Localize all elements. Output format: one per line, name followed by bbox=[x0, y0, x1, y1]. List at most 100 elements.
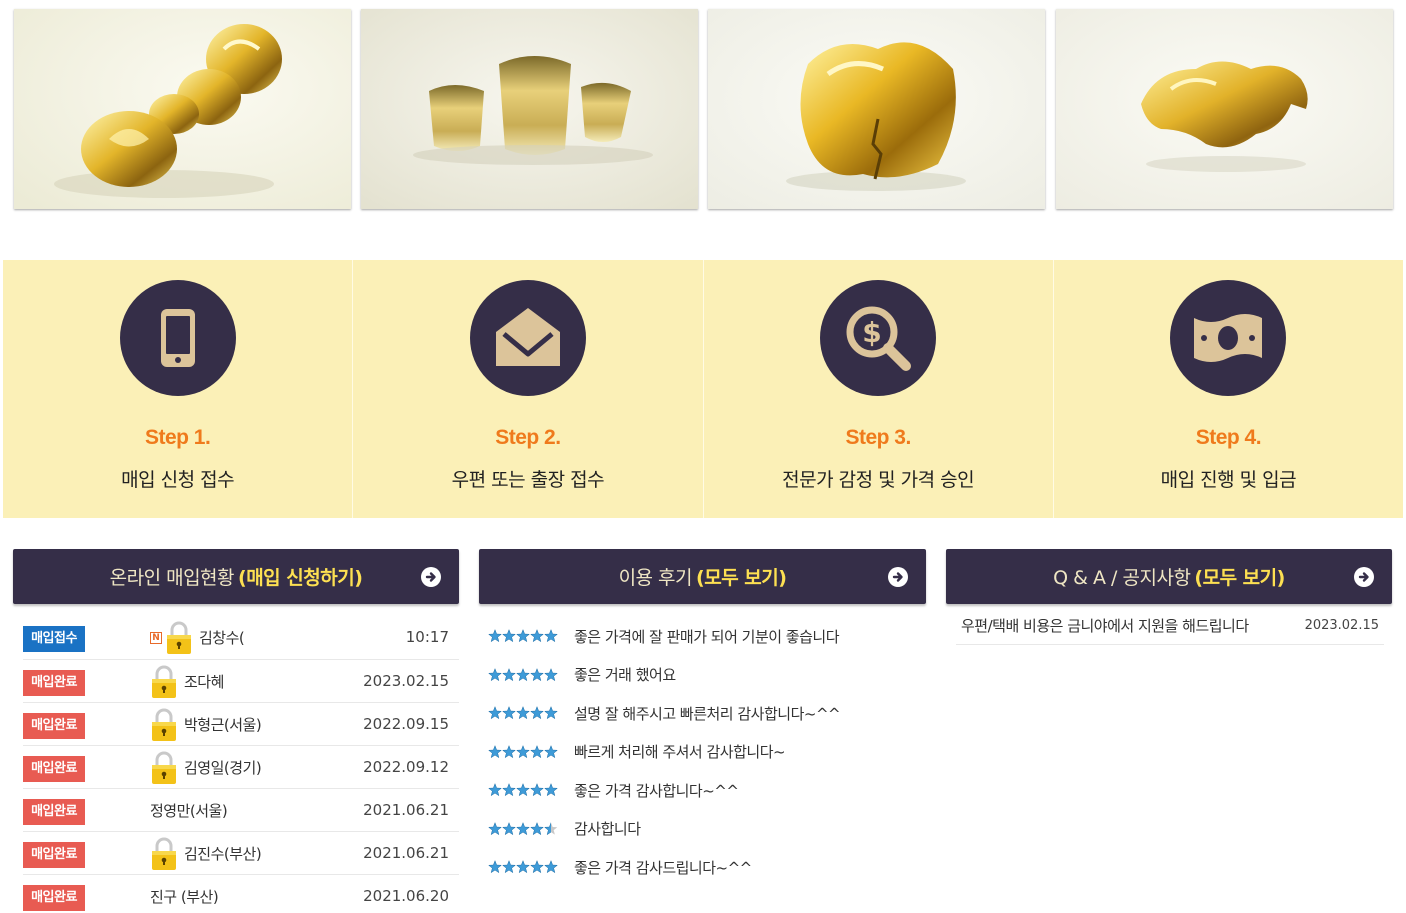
review-row[interactable]: 좋은 가격에 잘 판매가 되어 기분이 좋습니다 bbox=[488, 617, 918, 656]
star-filled bbox=[544, 860, 558, 874]
purchase-date: 2021.06.21 bbox=[363, 844, 449, 862]
status-badge: 매입완료 bbox=[23, 713, 85, 739]
arrow-right-icon[interactable] bbox=[888, 566, 908, 587]
review-text: 설명 잘 해주시고 빠른처리 감사합니다~^^ bbox=[574, 704, 841, 723]
purchase-date: 2021.06.21 bbox=[363, 801, 449, 819]
star-rating-icon bbox=[488, 744, 558, 758]
step-number: Step 2. bbox=[495, 426, 561, 449]
star-rating-icon bbox=[488, 860, 558, 874]
review-list: 좋은 가격에 잘 판매가 되어 기분이 좋습니다 좋은 거래 했어요 설명 잘 … bbox=[488, 617, 918, 887]
svg-text:$: $ bbox=[862, 316, 881, 349]
process-steps: Step 1. 매입 신청 접수 Step 2. 우편 또는 출장 접수 $ S… bbox=[3, 260, 1403, 518]
new-icon: N bbox=[150, 631, 162, 644]
star-filled bbox=[530, 744, 544, 758]
review-text: 감사합니다 bbox=[574, 820, 641, 839]
star-filled bbox=[502, 860, 516, 874]
star-filled bbox=[502, 783, 516, 797]
step-3: $ Step 3. 전문가 감정 및 가격 승인 bbox=[704, 260, 1054, 518]
view-all-qna-link[interactable]: (모두 보기) bbox=[1194, 567, 1285, 589]
star-filled bbox=[488, 629, 502, 643]
purchase-list: 매입접수 N 김창수( 10:17 매입완료 조다혜 2023.02.15 매입… bbox=[23, 616, 459, 913]
qna-row[interactable]: 우편/택배 비용은 금니야에서 지원을 해드립니다 2023.02.15 bbox=[956, 607, 1384, 645]
review-row[interactable]: 빠르게 처리해 주셔서 감사합니다~ bbox=[488, 733, 918, 772]
purchase-date: 2021.06.20 bbox=[363, 887, 449, 905]
purchase-row[interactable]: 매입완료 조다혜 2023.02.15 bbox=[23, 660, 459, 703]
purchase-row[interactable]: 매입완료 김진수(부산) 2021.06.21 bbox=[23, 832, 459, 875]
star-filled bbox=[516, 667, 530, 681]
purchase-row[interactable]: 매입완료 정영만(서울) 2021.06.21 bbox=[23, 789, 459, 832]
review-row[interactable]: 감사합니다 bbox=[488, 810, 918, 849]
step-description: 전문가 감정 및 가격 승인 bbox=[782, 469, 975, 491]
step-number: Step 1. bbox=[144, 426, 211, 449]
review-row[interactable]: 좋은 가격 감사드립니다~^^ bbox=[488, 848, 918, 887]
purchase-name-wrap: 박형근(서울) bbox=[150, 703, 262, 746]
qna-panel: Q & A / 공지사항 (모두 보기) 우편/택배 비용은 금니야에서 지원을 … bbox=[946, 549, 1392, 645]
purchase-name-wrap: 정영만(서울) bbox=[150, 789, 228, 832]
star-filled bbox=[516, 821, 530, 835]
review-row[interactable]: 설명 잘 해주시고 빠른처리 감사합니다~^^ bbox=[488, 694, 918, 733]
apply-purchase-link[interactable]: (매입 신청하기) bbox=[238, 567, 363, 589]
star-filled bbox=[544, 744, 558, 758]
star-filled bbox=[544, 783, 558, 797]
star-filled bbox=[488, 783, 502, 797]
star-filled bbox=[502, 821, 516, 835]
qna-panel-title: Q & A / 공지사항 (모두 보기) bbox=[1053, 567, 1285, 589]
step-description: 우편 또는 출장 접수 bbox=[451, 469, 605, 491]
review-text: 좋은 가격에 잘 판매가 되어 기분이 좋습니다 bbox=[574, 627, 840, 646]
reviews-panel-header: 이용 후기 (모두 보기) bbox=[479, 549, 926, 604]
step-4: Step 4. 매입 진행 및 입금 bbox=[1054, 260, 1403, 518]
lock-icon bbox=[152, 837, 176, 870]
qna-list: 우편/택배 비용은 금니야에서 지원을 해드립니다 2023.02.15 bbox=[956, 607, 1384, 645]
purchase-name-wrap: 김진수(부산) bbox=[150, 832, 262, 875]
status-badge: 매입완료 bbox=[23, 799, 85, 825]
purchase-date: 2022.09.15 bbox=[363, 715, 449, 733]
lock-icon bbox=[152, 751, 176, 784]
gold-tooth-gallery bbox=[14, 9, 1394, 209]
view-all-reviews-link[interactable]: (모두 보기) bbox=[696, 567, 787, 589]
step-description: 매입 진행 및 입금 bbox=[1160, 469, 1297, 491]
star-filled bbox=[502, 744, 516, 758]
reviews-panel-title: 이용 후기 (모두 보기) bbox=[618, 567, 787, 589]
star-rating-icon bbox=[488, 706, 558, 720]
envelope-icon bbox=[469, 280, 586, 396]
star-filled bbox=[544, 629, 558, 643]
step-description: 매입 신청 접수 bbox=[121, 469, 235, 491]
star-filled bbox=[530, 783, 544, 797]
purchase-name-wrap: 김영일(경기) bbox=[150, 746, 262, 789]
purchase-row[interactable]: 매입완료 진구 (부산) 2021.06.20 bbox=[23, 875, 459, 913]
purchase-date: 2022.09.12 bbox=[363, 758, 449, 776]
review-row[interactable]: 좋은 거래 했어요 bbox=[488, 656, 918, 695]
step-number: Step 4. bbox=[1195, 426, 1262, 449]
star-rating-icon bbox=[488, 821, 558, 835]
review-row[interactable]: 좋은 가격 감사합니다~^^ bbox=[488, 771, 918, 810]
star-filled bbox=[516, 744, 530, 758]
purchase-status-panel: 온라인 매입현황 (매입 신청하기) 매입접수 N 김창수( 10:17 매입완료… bbox=[13, 549, 459, 911]
status-badge: 매입완료 bbox=[23, 842, 85, 868]
purchase-row[interactable]: 매입완료 김영일(경기) 2022.09.12 bbox=[23, 746, 459, 789]
star-filled bbox=[530, 821, 544, 835]
purchase-panel-title: 온라인 매입현황 (매입 신청하기) bbox=[109, 567, 363, 589]
qna-date: 2023.02.15 bbox=[1304, 618, 1379, 633]
arrow-right-icon[interactable] bbox=[421, 566, 441, 587]
customer-name: 김창수( bbox=[199, 629, 245, 647]
star-filled bbox=[488, 706, 502, 720]
qna-title: 우편/택배 비용은 금니야에서 지원을 해드립니다 bbox=[961, 617, 1249, 635]
purchase-row[interactable]: 매입완료 박형근(서울) 2022.09.15 bbox=[23, 703, 459, 746]
customer-name: 정영만(서울) bbox=[150, 802, 228, 820]
status-badge: 매입완료 bbox=[23, 670, 85, 696]
purchase-row[interactable]: 매입접수 N 김창수( 10:17 bbox=[23, 616, 459, 660]
purchase-name-wrap: 진구 (부산) bbox=[150, 875, 219, 913]
step-number: Step 3. bbox=[845, 426, 911, 449]
gold-crown-photo bbox=[708, 9, 1045, 209]
star-rating-icon bbox=[488, 629, 558, 643]
purchase-name-wrap: 조다혜 bbox=[150, 660, 224, 703]
purchase-panel-header: 온라인 매입현황 (매입 신청하기) bbox=[13, 549, 459, 604]
arrow-right-icon[interactable] bbox=[1354, 566, 1374, 587]
reviews-panel: 이용 후기 (모두 보기) 좋은 가격에 잘 판매가 되어 기분이 좋습니다 좋은… bbox=[479, 549, 926, 877]
review-text: 좋은 가격 감사합니다~^^ bbox=[574, 781, 739, 800]
star-filled bbox=[488, 667, 502, 681]
gold-bridge-photo bbox=[14, 9, 351, 209]
lock-icon bbox=[152, 665, 176, 698]
star-filled bbox=[516, 783, 530, 797]
purchase-name-wrap: N 김창수( bbox=[150, 616, 245, 659]
